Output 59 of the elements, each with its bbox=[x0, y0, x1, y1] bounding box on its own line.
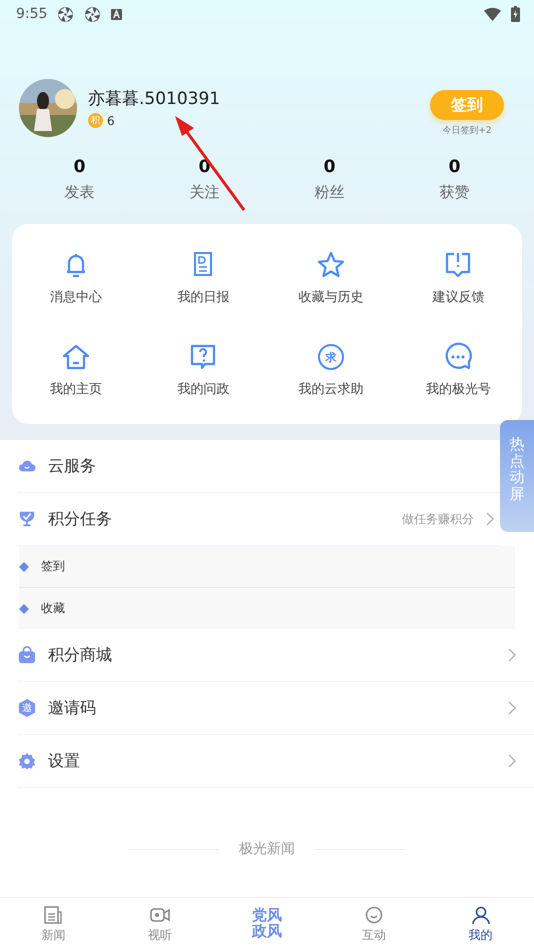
help-icon: 求 bbox=[318, 344, 344, 370]
star-icon bbox=[316, 250, 346, 280]
aperture-icon bbox=[84, 6, 102, 22]
nav-tab[interactable]: 新闻 bbox=[0, 898, 107, 950]
invite-icon: 邀 bbox=[18, 699, 36, 717]
stat-value: 0 bbox=[74, 157, 86, 177]
chat-icon bbox=[443, 342, 474, 372]
shortcut-item[interactable]: 我的问政 bbox=[140, 324, 267, 416]
menu-row[interactable]: 设置 bbox=[18, 735, 534, 788]
settings-icon bbox=[18, 752, 36, 770]
chevron-icon bbox=[508, 701, 516, 715]
shortcut-item[interactable]: 收藏与历史 bbox=[267, 232, 394, 324]
chevron-icon bbox=[508, 648, 516, 662]
stat-value: 0 bbox=[324, 157, 336, 177]
newspaper-icon bbox=[43, 904, 64, 924]
shortcut-item[interactable]: 消息中心 bbox=[12, 232, 140, 324]
nav-tab[interactable]: 视听 bbox=[106, 898, 214, 950]
menu-label: 云服务 bbox=[48, 456, 96, 476]
menu-row[interactable]: 积分商城 bbox=[18, 629, 534, 682]
nav-tab[interactable]: 我的 bbox=[427, 898, 534, 950]
stat-value: 0 bbox=[448, 157, 460, 177]
home-icon bbox=[60, 342, 91, 372]
menu-label: 积分任务 bbox=[48, 508, 112, 530]
nav-tab[interactable]: 互动 bbox=[320, 898, 428, 950]
shortcut-item[interactable]: 建议反馈 bbox=[394, 232, 522, 324]
menu-row[interactable]: 邀 邀请码 bbox=[18, 682, 534, 735]
person-icon bbox=[470, 904, 491, 924]
submenu-item[interactable]: 签到 bbox=[41, 558, 65, 575]
points-count: 6 bbox=[107, 114, 115, 128]
status-time: 9:55 bbox=[16, 6, 48, 22]
diamond-icon bbox=[19, 562, 29, 572]
shortcut-item[interactable]: 我的极光号 bbox=[394, 324, 522, 416]
stat-label[interactable]: 关注 bbox=[190, 183, 220, 202]
stat-label[interactable]: 获赞 bbox=[440, 183, 470, 202]
menu-label: 邀请码 bbox=[48, 698, 96, 718]
footer-brand: 极光新闻 bbox=[239, 840, 295, 858]
diamond-icon bbox=[19, 604, 29, 614]
shortcut-item[interactable]: 求 我的云求助 bbox=[267, 324, 394, 416]
username: 亦暮暮.5010391 bbox=[88, 88, 222, 110]
chat-icon bbox=[364, 904, 384, 924]
stat-label[interactable]: 发表 bbox=[64, 183, 94, 202]
menu-label: 设置 bbox=[48, 750, 80, 772]
chevron-icon bbox=[508, 754, 516, 768]
battery-icon bbox=[511, 6, 520, 22]
stat-label[interactable]: 粉丝 bbox=[314, 183, 344, 202]
shortcut-item[interactable]: 我的日报 bbox=[140, 232, 267, 324]
shortcut-item[interactable]: 我的主页 bbox=[12, 324, 140, 416]
menu-hint: 做任务赚积分 bbox=[402, 510, 474, 528]
checkin-note: 今日签到+2 bbox=[442, 124, 492, 137]
trophy-icon bbox=[18, 510, 36, 528]
wifi-icon bbox=[484, 6, 501, 22]
keyboard-icon bbox=[111, 8, 122, 20]
chevron-icon bbox=[486, 512, 494, 526]
menu-label: 积分商城 bbox=[48, 644, 112, 666]
bag-icon bbox=[18, 646, 36, 664]
submenu-item[interactable]: 收藏 bbox=[41, 600, 65, 617]
menu-row[interactable]: 云服务 bbox=[18, 440, 500, 493]
aperture-icon bbox=[57, 6, 74, 22]
points-badge: 积 bbox=[88, 113, 103, 128]
